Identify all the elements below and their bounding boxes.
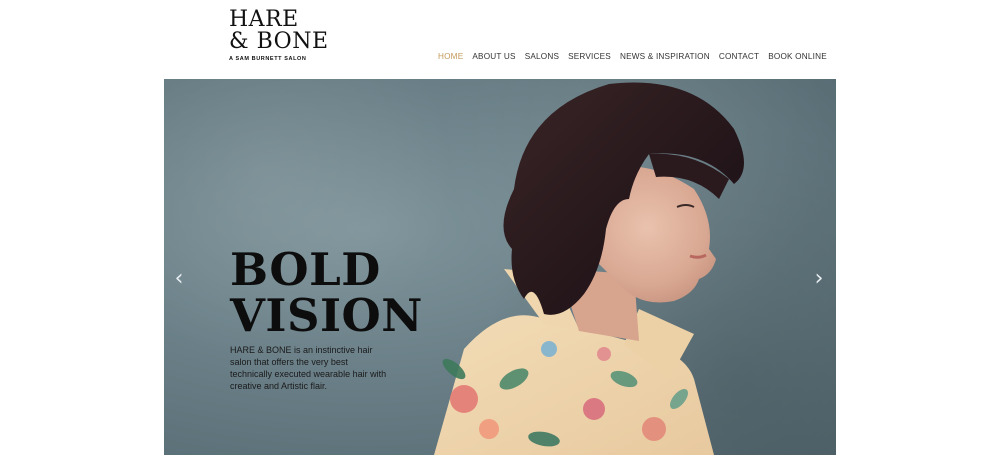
hero-headline-line-2: VISION [230, 289, 423, 342]
nav-salons[interactable]: SALONS [525, 52, 559, 61]
main-nav: HOME ABOUT US SALONS SERVICES NEWS & INS… [438, 52, 827, 61]
logo-tagline: A SAM BURNETT SALON [229, 56, 307, 62]
hero-portrait-image [434, 82, 744, 455]
logo-line-1: HARE [229, 7, 299, 32]
chevron-left-icon[interactable]: ‹ [170, 267, 188, 291]
chevron-right-icon[interactable]: › [810, 267, 828, 291]
nav-book-online[interactable]: BOOK ONLINE [768, 52, 827, 61]
nav-contact[interactable]: CONTACT [719, 52, 759, 61]
hero-description: HARE & BONE is an instinctive hair salon… [230, 345, 387, 391]
logo-line-2: & BONE [229, 29, 329, 54]
nav-services[interactable]: SERVICES [568, 52, 611, 61]
hero-headline: BOLD VISION [230, 247, 423, 339]
nav-home[interactable]: HOME [438, 52, 463, 61]
nav-news-inspiration[interactable]: NEWS & INSPIRATION [620, 52, 710, 61]
hero-headline-line-1: BOLD [230, 243, 381, 296]
nav-about-us[interactable]: ABOUT US [472, 52, 515, 61]
hero-slider: BOLD VISION HARE & BONE is an instinctiv… [164, 79, 836, 455]
logo[interactable]: HARE & BONE A SAM BURNETT SALON [229, 7, 329, 63]
